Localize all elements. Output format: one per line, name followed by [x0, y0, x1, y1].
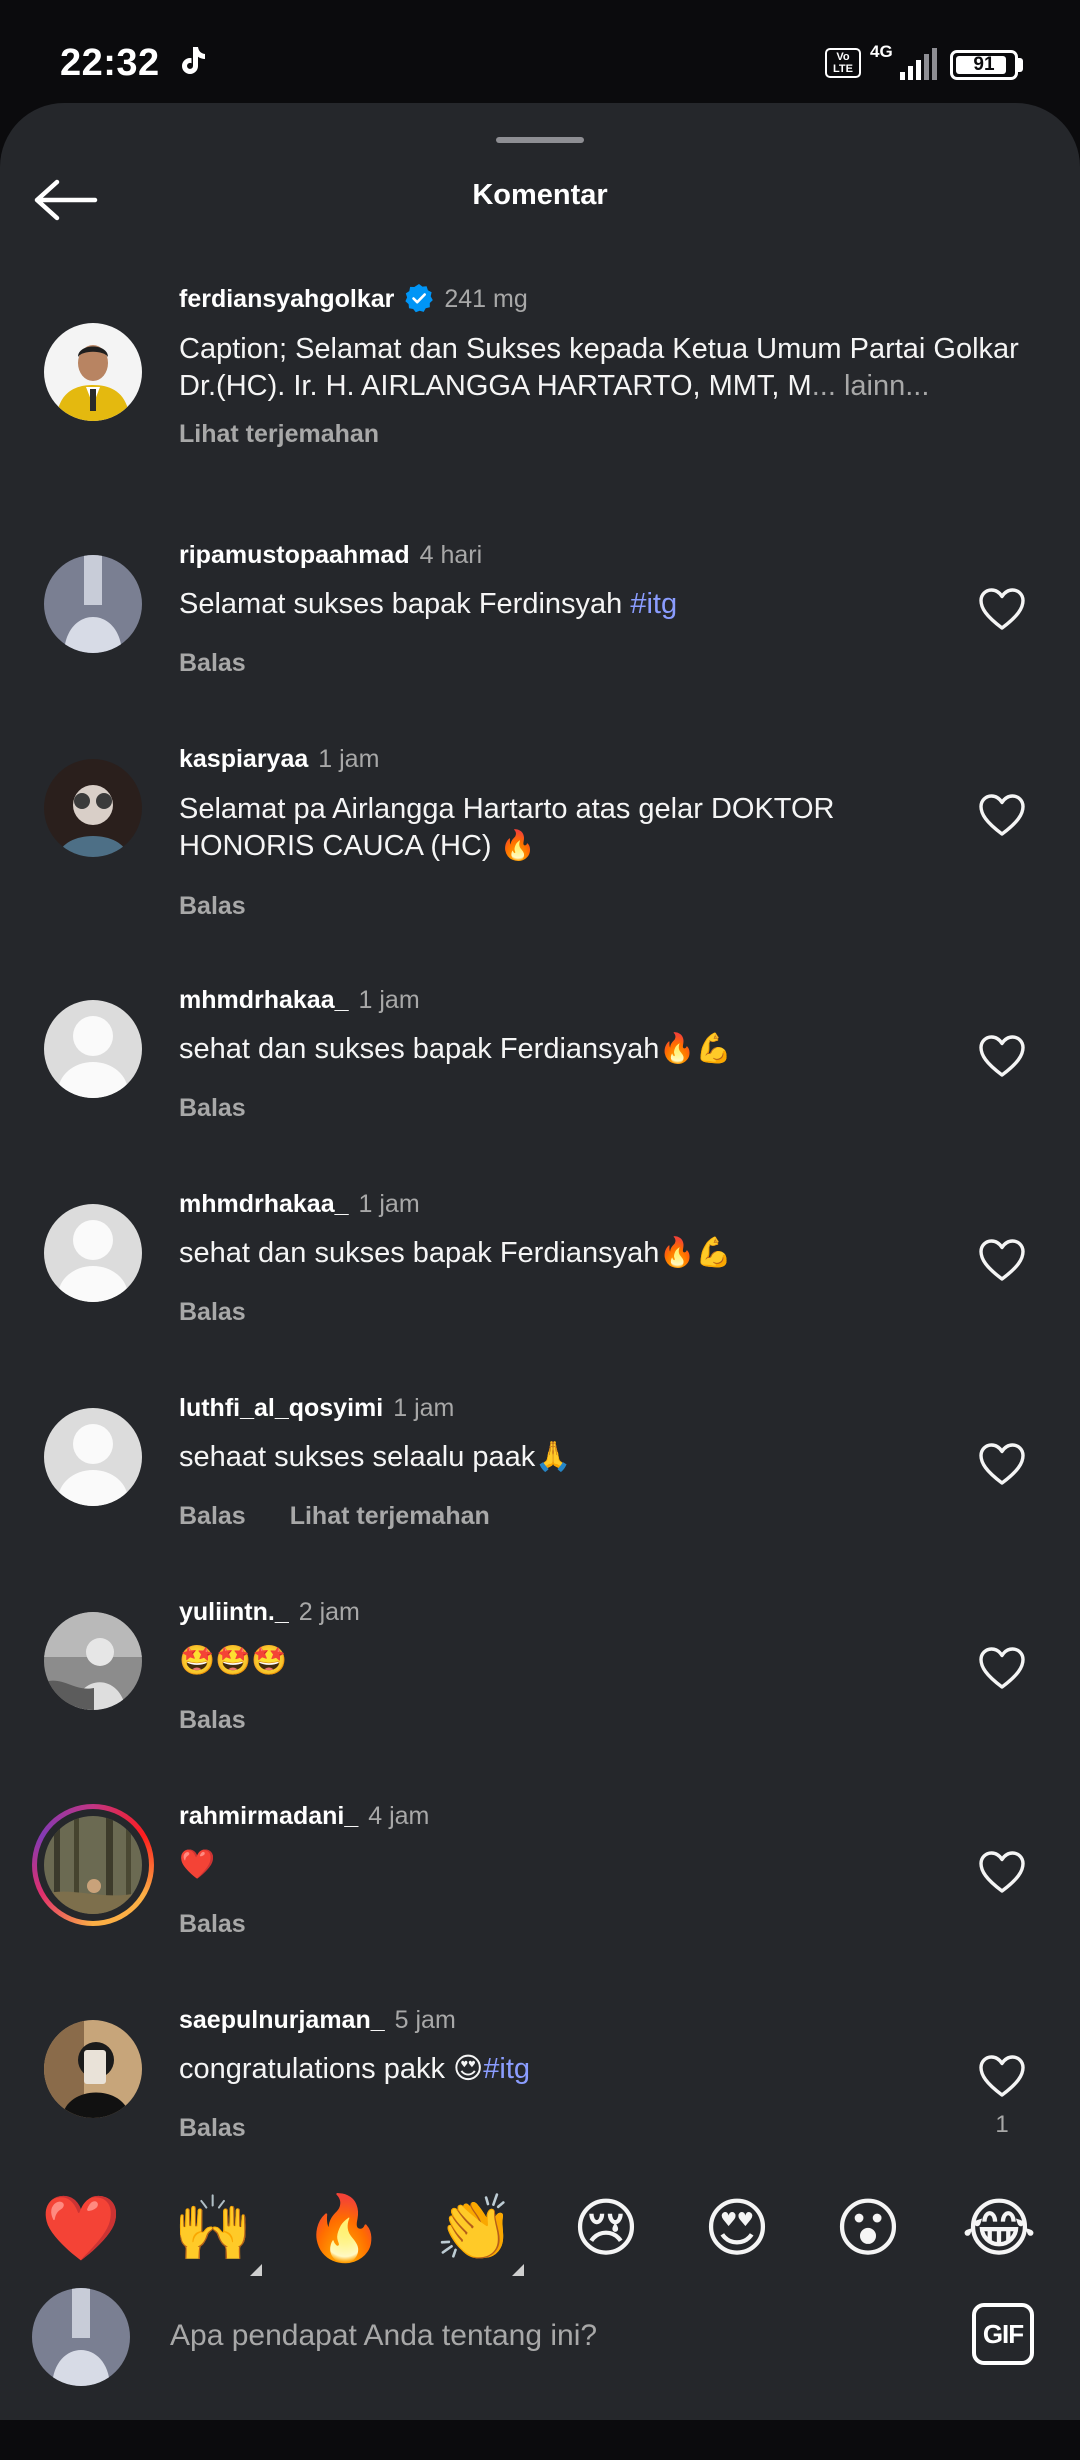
battery-tip [1018, 58, 1023, 72]
comment-username[interactable]: saepulnurjaman_ [179, 2006, 385, 2034]
signal-icon [900, 48, 937, 80]
comment-username[interactable]: mhmdrhakaa_ [179, 986, 349, 1014]
reaction-bar [0, 2172, 1080, 2282]
heart-icon[interactable] [978, 1646, 1026, 1690]
reaction-laughing[interactable]: 😂 [956, 2185, 1042, 2271]
skin-tone-indicator [250, 2264, 262, 2276]
skin-tone-indicator [512, 2264, 524, 2276]
battery-level: 91 [973, 54, 995, 75]
hashtag-link[interactable]: #itg [483, 2053, 530, 2085]
tiktok-icon [182, 47, 205, 74]
network-type: 4G [870, 42, 893, 61]
comment-text: ❤️ [179, 1849, 216, 1881]
comment-time: 4 jam [368, 1802, 430, 1830]
reply-button[interactable]: Balas [179, 892, 246, 920]
caption-time: 241 mg [444, 285, 528, 313]
reply-button[interactable]: Balas [179, 1910, 246, 1938]
comment-text: sehat dan sukses bapak Ferdiansyah🔥💪 [179, 1237, 732, 1269]
drag-handle[interactable] [496, 137, 584, 143]
like-count: 1 [995, 2111, 1009, 2138]
caption-username[interactable]: ferdiansyahgolkar [179, 285, 394, 313]
reaction-crying[interactable]: 😢 [563, 2185, 649, 2271]
comment-time: 1 jam [393, 1394, 455, 1422]
avatar[interactable] [44, 1000, 142, 1098]
system-nav-bar [0, 2420, 1080, 2460]
comment-time: 1 jam [358, 1190, 420, 1218]
avatar[interactable] [44, 2020, 142, 2118]
comment-time: 4 hari [419, 541, 483, 569]
reaction-raised-hands[interactable]: 🙌 [170, 2185, 256, 2271]
heart-icon[interactable] [978, 2054, 1026, 2098]
comments-sheet: Komentar ferdiansyahgolkar 241 mg Captio… [0, 103, 1080, 2460]
heart-icon[interactable] [978, 1442, 1026, 1486]
battery-icon: 91 [950, 50, 1018, 80]
comment-time: 1 jam [318, 745, 380, 773]
avatar[interactable] [44, 759, 142, 857]
heart-icon[interactable] [978, 793, 1026, 837]
comment-username[interactable]: luthfi_al_qosyimi [179, 1394, 383, 1422]
comment-username[interactable]: rahmirmadani_ [179, 1802, 358, 1830]
status-bar: 22:32 Vo LTE 4G 91 [0, 0, 1080, 120]
heart-icon[interactable] [978, 1238, 1026, 1282]
hashtag-link[interactable]: #itg [630, 588, 677, 620]
avatar[interactable] [44, 1816, 142, 1914]
comment-text: Selamat pa Airlangga Hartarto atas gelar… [179, 793, 835, 862]
gif-button[interactable]: GIF [972, 2303, 1034, 2365]
reaction-surprised[interactable]: 😮 [825, 2185, 911, 2271]
avatar[interactable] [44, 1204, 142, 1302]
comment-time: 5 jam [394, 2006, 456, 2034]
comment-username[interactable]: mhmdrhakaa_ [179, 1190, 349, 1218]
sheet-title: Komentar [472, 179, 608, 211]
reply-button[interactable]: Balas [179, 1094, 246, 1122]
reply-button[interactable]: Balas [179, 2114, 246, 2142]
comment-username[interactable]: kaspiaryaa [179, 745, 308, 773]
translate-link[interactable]: Lihat terjemahan [179, 420, 379, 448]
reply-button[interactable]: Balas [179, 1706, 246, 1734]
verified-icon [405, 284, 434, 313]
reply-button[interactable]: Balas [179, 649, 246, 677]
heart-icon[interactable] [978, 1850, 1026, 1894]
comment-username[interactable]: yuliintn._ [179, 1598, 289, 1626]
volte-icon: Vo LTE [825, 48, 861, 78]
reaction-heart[interactable]: ❤️ [38, 2185, 124, 2271]
reaction-fire[interactable]: 🔥 [301, 2185, 387, 2271]
reaction-heart-eyes[interactable]: 😍 [694, 2185, 780, 2271]
avatar[interactable] [44, 323, 142, 421]
avatar[interactable] [44, 1408, 142, 1506]
more-link[interactable]: ... lainn... [812, 370, 930, 402]
translate-link[interactable]: Lihat terjemahan [290, 1502, 490, 1530]
comment-text: 🤩🤩🤩 [179, 1645, 288, 1677]
comment-text: congratulations pakk 😍#itg [179, 2053, 531, 2085]
reply-button[interactable]: Balas [179, 1502, 246, 1530]
avatar[interactable] [44, 1612, 142, 1710]
heart-icon[interactable] [978, 587, 1026, 631]
own-avatar [32, 2288, 130, 2386]
status-time: 22:32 [60, 42, 160, 84]
avatar[interactable] [44, 555, 142, 653]
reaction-clap[interactable]: 👏 [432, 2185, 518, 2271]
heart-icon[interactable] [978, 1034, 1026, 1078]
reply-button[interactable]: Balas [179, 1298, 246, 1326]
comment-text: sehaat sukses selaalu paak🙏 [179, 1441, 572, 1473]
caption-text: Caption; Selamat dan Sukses kepada Ketua… [179, 333, 1019, 402]
comment-text: Selamat sukses bapak Ferdinsyah #itg [179, 588, 678, 620]
comment-text: sehat dan sukses bapak Ferdiansyah🔥💪 [179, 1033, 732, 1065]
comment-time: 2 jam [298, 1598, 360, 1626]
comment-username[interactable]: ripamustopaahmad [179, 541, 410, 569]
comment-input[interactable] [170, 2310, 930, 2362]
comment-time: 1 jam [358, 986, 420, 1014]
